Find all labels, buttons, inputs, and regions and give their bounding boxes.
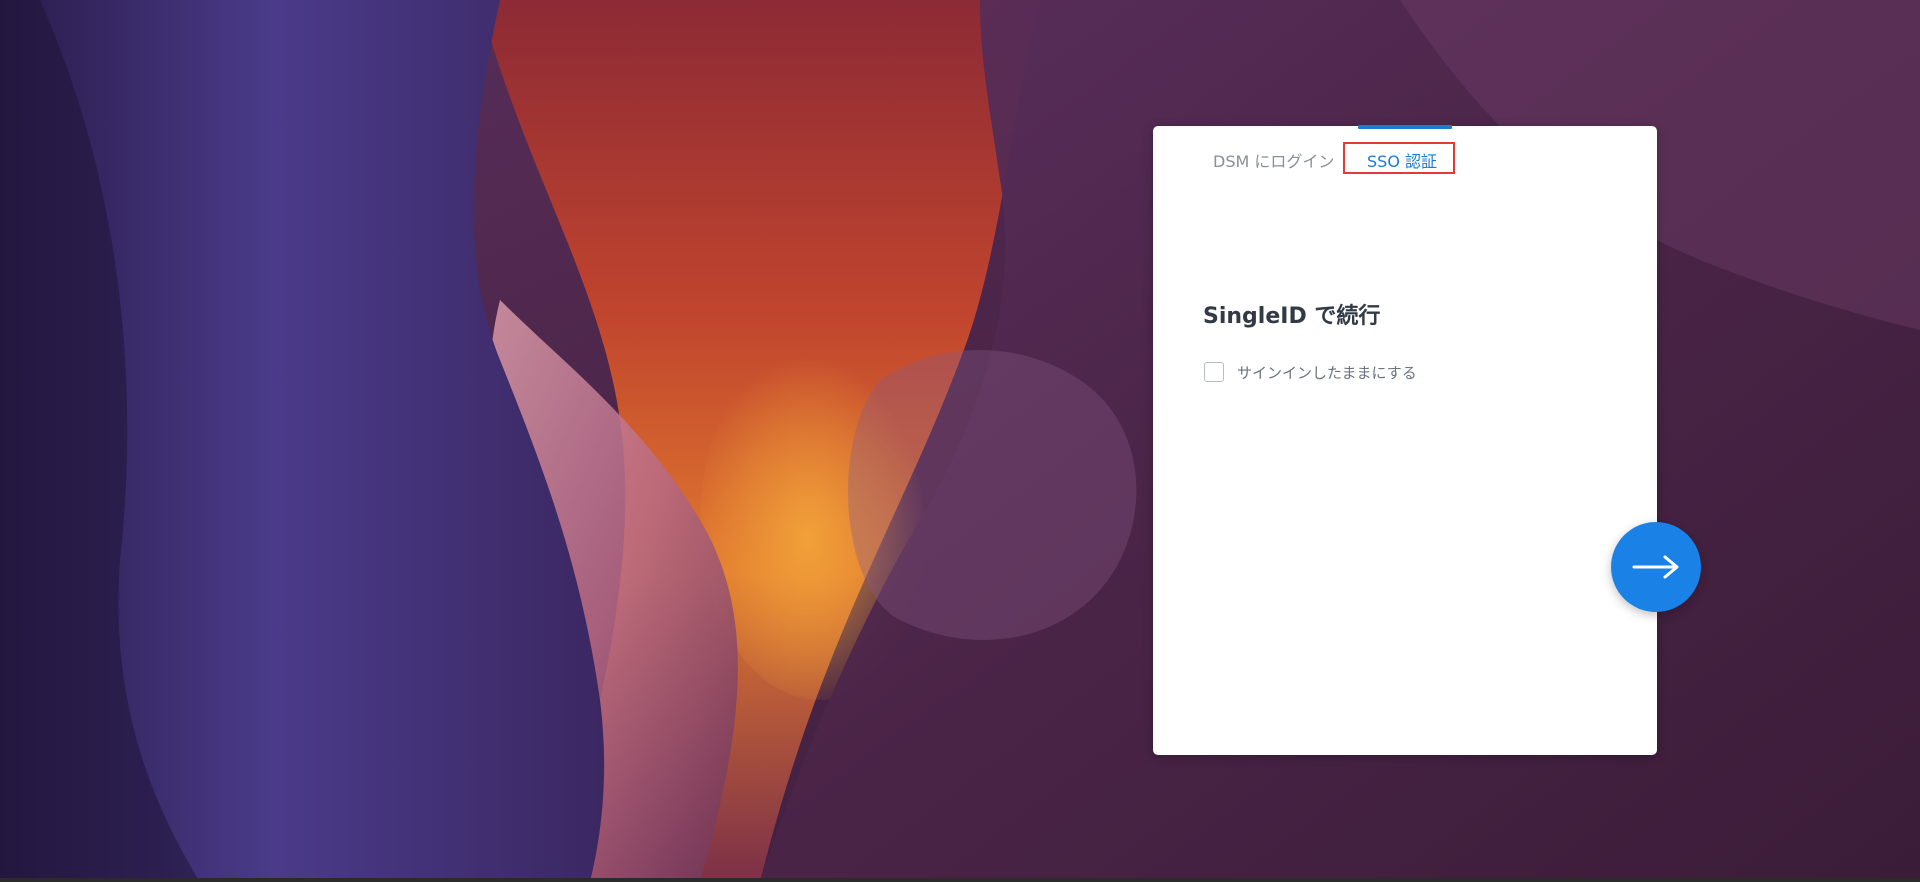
- remember-me-row[interactable]: サインインしたままにする: [1204, 360, 1417, 384]
- arrow-right-icon: [1632, 555, 1679, 579]
- page-title: SingleID で続行: [1203, 304, 1381, 329]
- next-button[interactable]: [1611, 522, 1701, 612]
- tab-sso[interactable]: SSO 認証: [1367, 148, 1437, 172]
- tab-dsm-login[interactable]: DSM にログイン: [1213, 148, 1334, 172]
- remember-me-label[interactable]: サインインしたままにする: [1237, 362, 1417, 383]
- active-tab-indicator: [1358, 125, 1452, 129]
- login-card: DSM にログイン SSO 認証 SingleID で続行 サインインしたままに…: [1153, 125, 1657, 755]
- remember-me-checkbox[interactable]: [1204, 362, 1224, 382]
- bottom-edge: [0, 878, 1920, 882]
- login-tabs: DSM にログイン SSO 認証: [1153, 125, 1657, 176]
